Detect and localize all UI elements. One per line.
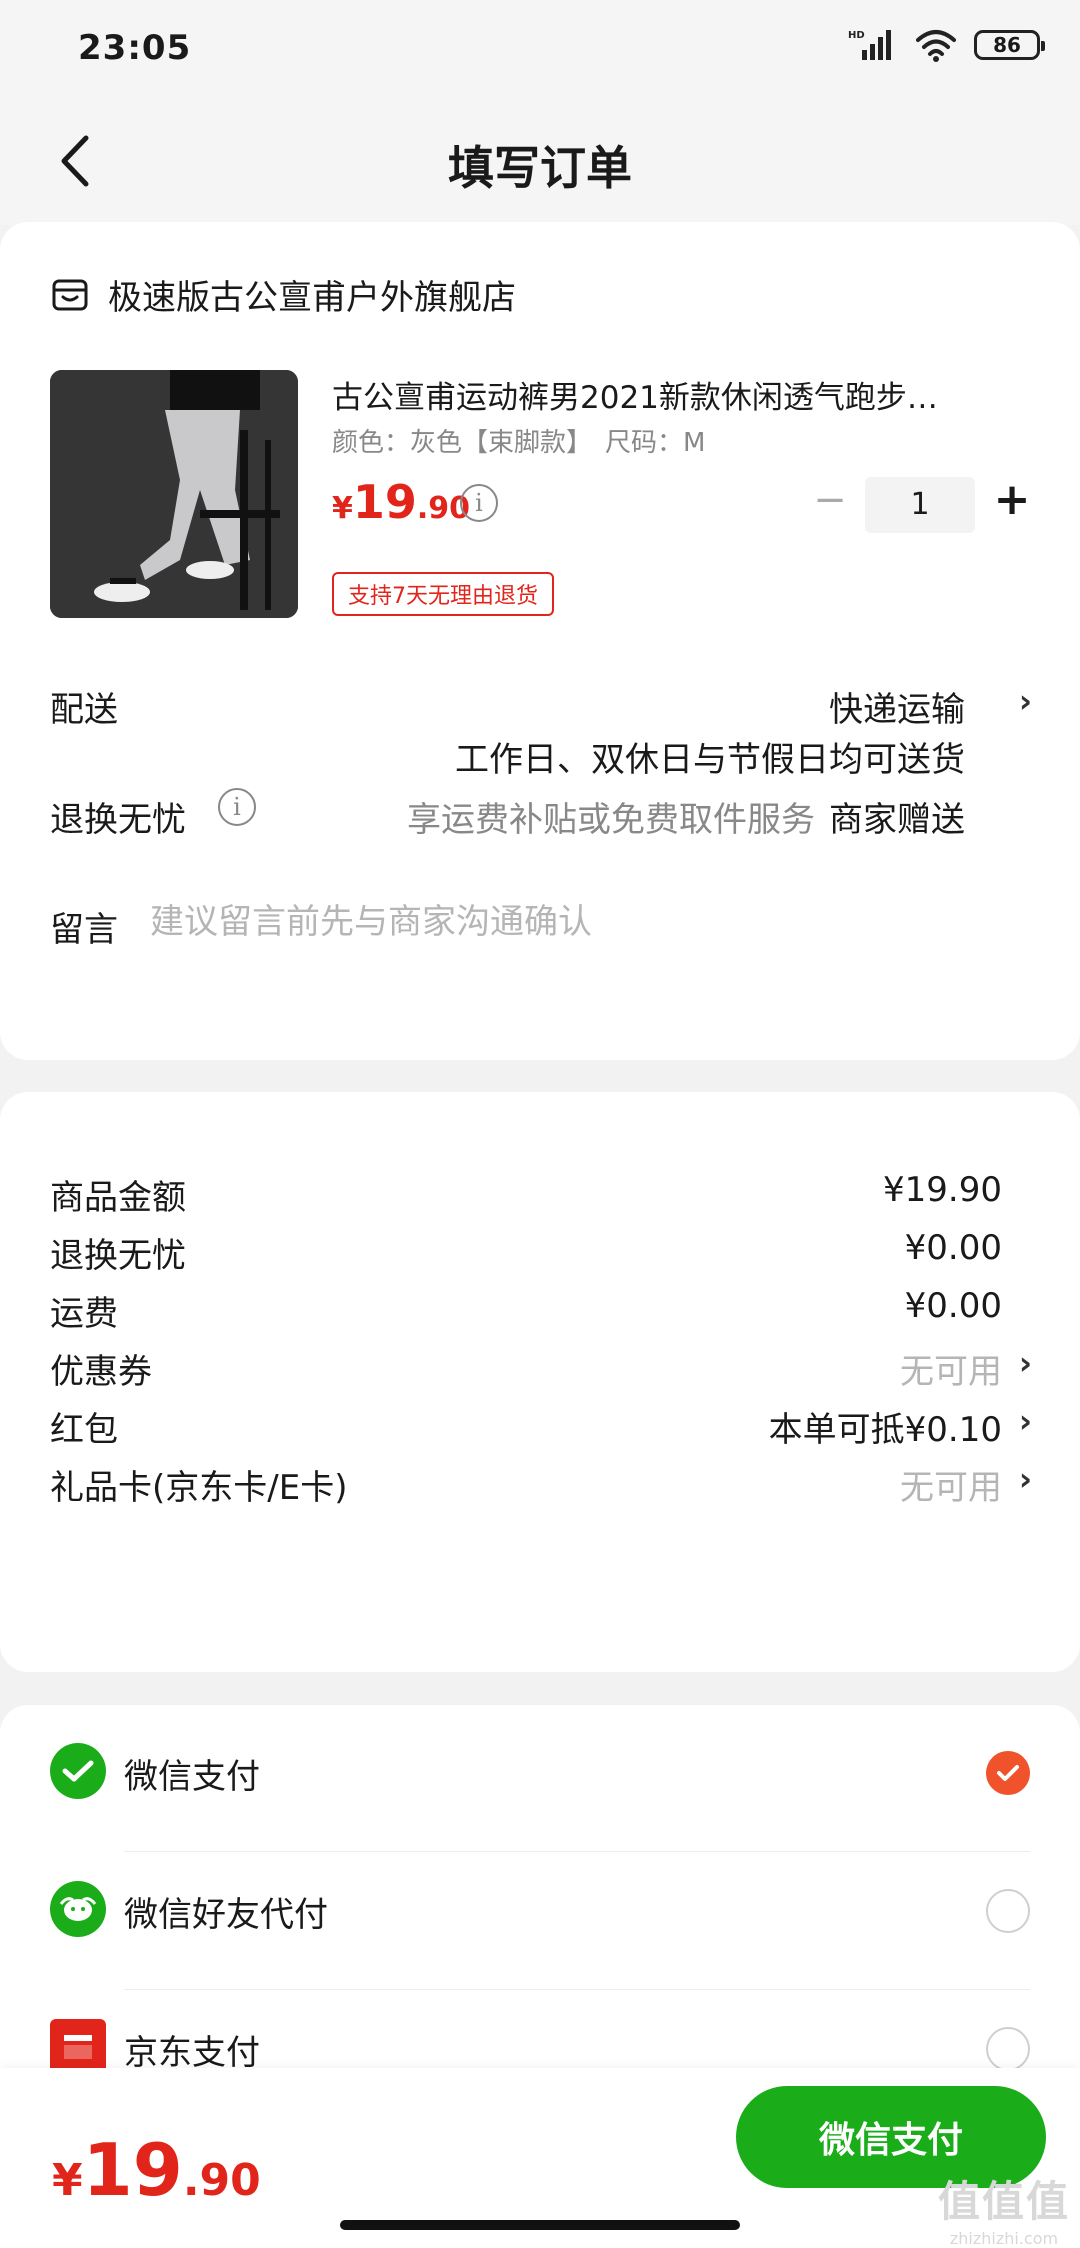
product-image[interactable] <box>50 370 298 618</box>
product-title[interactable]: 古公亶甫运动裤男2021新款休闲透气跑步… <box>332 372 1032 417</box>
returns-gift-text: 商家赠送 <box>829 800 965 840</box>
wifi-icon <box>916 30 956 62</box>
summary-row-shipping: 运费 ¥0.00 <box>50 1286 1002 1334</box>
watermark: 值值值 zhizhizhi.com <box>937 2177 1070 2248</box>
product-photo-icon <box>50 370 298 618</box>
chevron-right-icon: › <box>1018 1344 1032 1382</box>
returns-description: 享运费补贴或免费取件服务 商家赠送 <box>407 800 965 840</box>
radio-checked-icon[interactable] <box>986 1751 1030 1795</box>
radio-unchecked-icon[interactable] <box>986 1889 1030 1933</box>
return-policy-badge: 支持7天无理由退货 <box>332 572 554 616</box>
shop-header[interactable]: 极速版古公亶甫户外旗舰店 <box>50 270 516 319</box>
product-spec[interactable]: 颜色：灰色【束脚款】 尺码：M <box>332 422 705 459</box>
quantity-increase-button[interactable]: + <box>990 478 1034 524</box>
status-icons: HD 86 <box>848 28 1045 62</box>
wechat-friend-pay-icon <box>50 1881 106 1937</box>
order-total: ¥ 19 .90 <box>52 2128 261 2212</box>
payment-option-wechat-friend[interactable]: 微信好友代付 <box>0 1843 1080 1981</box>
nav-bar: 填写订单 <box>0 100 1080 225</box>
summary-row-goods: 商品金额 ¥19.90 <box>50 1170 1002 1218</box>
payment-option-wechat[interactable]: 微信支付 <box>0 1705 1080 1843</box>
quantity-field[interactable]: 1 <box>865 477 975 533</box>
shop-name: 极速版古公亶甫户外旗舰店 <box>108 278 516 318</box>
quantity-decrease-button[interactable]: − <box>810 480 850 522</box>
returns-info-icon[interactable]: i <box>218 788 256 826</box>
summary-row-returns: 退换无忧 ¥0.00 <box>50 1228 1002 1276</box>
price-summary-card: 商品金额 ¥19.90 退换无忧 ¥0.00 运费 ¥0.00 优惠券 无可用 … <box>0 1092 1080 1672</box>
payment-methods-card: 微信支付 微信好友代付 京东支付 <box>0 1705 1080 2105</box>
chevron-right-icon: › <box>1018 1402 1032 1440</box>
home-indicator[interactable] <box>340 2220 740 2230</box>
delivery-method[interactable]: 快递运输 <box>829 682 965 731</box>
svg-text:HD: HD <box>848 30 865 41</box>
radio-unchecked-icon[interactable] <box>986 2027 1030 2071</box>
summary-row-coupon[interactable]: 优惠券 无可用 › <box>0 1336 1080 1396</box>
chevron-right-icon[interactable]: › <box>1019 682 1032 720</box>
message-label: 留言 <box>50 910 118 950</box>
delivery-label: 配送 <box>50 690 118 730</box>
product-price: ¥ 19 .90 <box>332 475 471 529</box>
status-time: 23:05 <box>78 28 192 68</box>
order-card: 极速版古公亶甫户外旗舰店 古公亶甫运动裤男2021新款休闲透气跑步… 颜色：灰色… <box>0 222 1080 1060</box>
price-info-icon[interactable]: i <box>460 484 498 522</box>
chevron-right-icon: › <box>1018 1460 1032 1498</box>
message-input[interactable] <box>150 894 970 950</box>
jd-pay-icon <box>50 2019 106 2075</box>
returns-label: 退换无忧 <box>50 800 186 840</box>
bottom-bar: ¥ 19 .90 微信支付 值值值 zhizhizhi.com <box>0 2068 1080 2248</box>
delivery-note: 工作日、双休日与节假日均可送货 <box>455 740 965 780</box>
battery-icon: 86 <box>974 30 1045 60</box>
store-icon <box>52 279 88 310</box>
wechat-pay-icon <box>50 1743 106 1799</box>
signal-icon: HD <box>848 30 891 60</box>
status-bar: 23:05 HD 86 <box>0 0 1080 100</box>
summary-row-red-packet[interactable]: 红包 本单可抵¥0.10 › <box>0 1394 1080 1454</box>
page-title: 填写订单 <box>448 141 632 195</box>
summary-row-gift-card[interactable]: 礼品卡(京东卡/E卡) 无可用 › <box>0 1452 1080 1512</box>
